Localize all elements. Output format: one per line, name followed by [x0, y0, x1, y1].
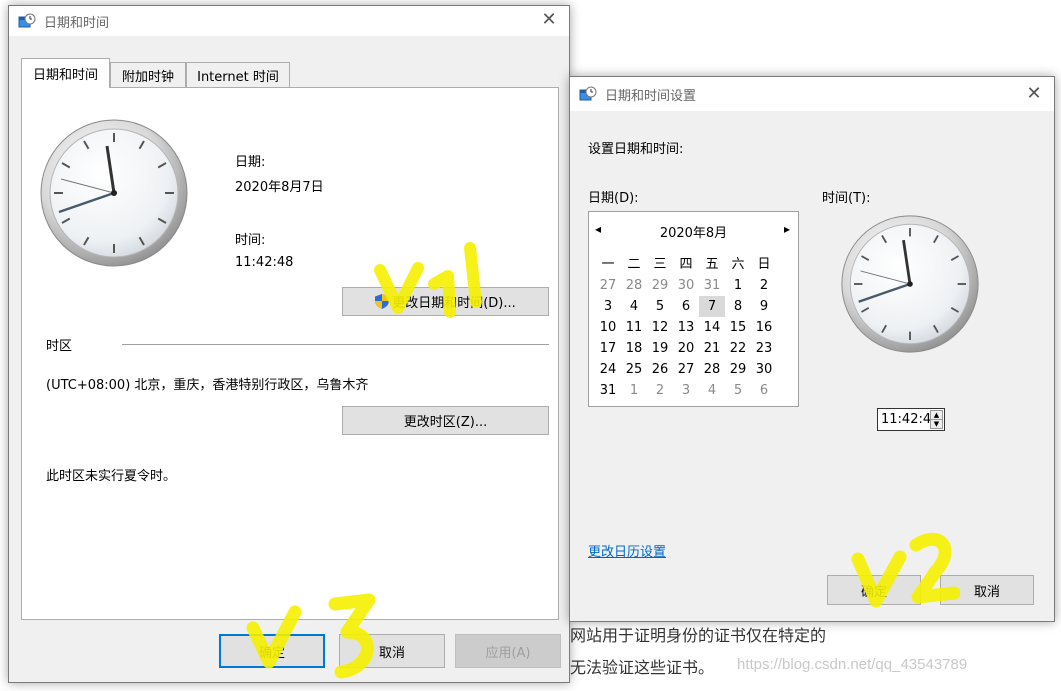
calendar-day[interactable]: 4 — [621, 296, 647, 317]
background-text-line-2: 无法验证这些证书。 — [570, 658, 715, 677]
analog-clock — [40, 119, 188, 267]
calendar-day[interactable]: 1 — [621, 380, 647, 401]
calendar-day[interactable]: 20 — [673, 338, 699, 359]
calendar-day[interactable]: 31 — [699, 275, 725, 296]
calendar-day[interactable]: 29 — [725, 359, 751, 380]
marker-annotation-v1 — [374, 242, 482, 318]
calendar-day[interactable]: 5 — [725, 380, 751, 401]
tab-datetime[interactable]: 日期和时间 — [21, 58, 110, 88]
marker-annotation-v3 — [246, 593, 376, 679]
calendar-day[interactable]: 9 — [751, 296, 777, 317]
calendar-day[interactable]: 2 — [647, 380, 673, 401]
calendar-day[interactable]: 26 — [647, 359, 673, 380]
marker-annotation-v2 — [851, 532, 960, 608]
weekday-header: 四 — [679, 257, 693, 272]
close-icon[interactable]: ✕ — [539, 11, 559, 29]
weekday-header: 日 — [757, 257, 771, 272]
calendar-day[interactable]: 14 — [699, 317, 725, 338]
calendar[interactable]: ◂ 2020年8月 ▸ 一二三四五六日 27 28 29 30 31 1 2 3 4 5 6 7 8 9 10… — [588, 211, 799, 407]
window-title: 日期和时间 — [44, 15, 110, 31]
calendar-day[interactable]: 13 — [673, 317, 699, 338]
apply-button[interactable]: 应用(A) — [455, 634, 561, 668]
calendar-day[interactable]: 1 — [725, 275, 751, 296]
calendar-day[interactable]: 30 — [673, 275, 699, 296]
timezone-heading: 时区 — [46, 339, 73, 354]
date-field-label: 日期(D): — [588, 191, 639, 206]
calendar-day[interactable]: 28 — [621, 275, 647, 296]
calendar-day[interactable]: 21 — [699, 338, 725, 359]
settings-close-icon[interactable]: ✕ — [1024, 85, 1044, 103]
time-label: 时间: — [235, 233, 266, 248]
datetime-app-icon — [18, 13, 36, 29]
calendar-day[interactable]: 6 — [751, 380, 777, 401]
calendar-day[interactable]: 28 — [699, 359, 725, 380]
calendar-day[interactable]: 23 — [751, 338, 777, 359]
time-spinbox[interactable]: 11:42:48 ▲ ▼ — [877, 408, 945, 431]
calendar-day[interactable]: 4 — [699, 380, 725, 401]
calendar-day[interactable]: 17 — [595, 338, 621, 359]
tab-additional-clocks[interactable]: 附加时钟 — [110, 62, 186, 88]
datetime-settings-window: 日期和时间设置 ✕ 设置日期和时间: 日期(D): 时间(T): ◂ 2020年… — [569, 76, 1055, 622]
weekday-header: 五 — [705, 257, 719, 272]
watermark: https://blog.csdn.net/qq_43543789 — [737, 656, 968, 673]
calendar-day[interactable]: 8 — [725, 296, 751, 317]
settings-app-icon — [579, 86, 597, 102]
calendar-day[interactable]: 18 — [621, 338, 647, 359]
calendar-day[interactable]: 2 — [751, 275, 777, 296]
calendar-day[interactable]: 11 — [621, 317, 647, 338]
calendar-day[interactable]: 24 — [595, 359, 621, 380]
settings-heading: 设置日期和时间: — [588, 142, 684, 157]
background-text-line-1: 网站用于证明身份的证书仅在特定的 — [570, 626, 827, 645]
dst-note: 此时区未实行夏令时。 — [46, 469, 177, 484]
weekday-header: 六 — [731, 257, 745, 272]
calendar-day[interactable]: 6 — [673, 296, 699, 317]
calendar-month-title[interactable]: 2020年8月 — [589, 222, 798, 241]
settings-titlebar: 日期和时间设置 ✕ — [570, 77, 1054, 111]
weekday-header: 一 — [601, 257, 615, 272]
calendar-day[interactable]: 30 — [751, 359, 777, 380]
calendar-day[interactable]: 3 — [595, 296, 621, 317]
weekday-header: 二 — [627, 257, 641, 272]
calendar-day[interactable]: 22 — [725, 338, 751, 359]
calendar-day[interactable]: 27 — [595, 275, 621, 296]
time-value: 11:42:48 — [235, 255, 294, 270]
timezone-value: (UTC+08:00) 北京，重庆，香港特别行政区，乌鲁木齐 — [46, 378, 369, 393]
calendar-day[interactable]: 16 — [751, 317, 777, 338]
settings-window-title: 日期和时间设置 — [605, 88, 697, 104]
settings-analog-clock — [841, 215, 979, 353]
titlebar: 日期和时间 ✕ — [9, 6, 569, 36]
calendar-day[interactable]: 12 — [647, 317, 673, 338]
calendar-day[interactable]: 31 — [595, 380, 621, 401]
tab-internet-time[interactable]: Internet 时间 — [186, 62, 290, 88]
calendar-day[interactable]: 5 — [647, 296, 673, 317]
calendar-day[interactable]: 15 — [725, 317, 751, 338]
date-value: 2020年8月7日 — [235, 180, 324, 195]
next-month-arrow-icon[interactable]: ▸ — [784, 222, 790, 236]
calendar-day-selected[interactable]: 7 — [699, 296, 725, 317]
calendar-day[interactable]: 3 — [673, 380, 699, 401]
spin-down-icon[interactable]: ▼ — [930, 419, 943, 429]
calendar-day[interactable]: 27 — [673, 359, 699, 380]
timezone-divider — [122, 344, 549, 345]
change-timezone-button[interactable]: 更改时区(Z)... — [342, 406, 549, 435]
datetime-window: 日期和时间 ✕ 日期和时间 附加时钟 Internet 时间 日期: 2020年… — [8, 5, 570, 683]
date-label: 日期: — [235, 155, 266, 170]
calendar-settings-link[interactable]: 更改日历设置 — [588, 541, 666, 560]
calendar-day[interactable]: 29 — [647, 275, 673, 296]
weekday-header: 三 — [653, 257, 667, 272]
calendar-day[interactable]: 10 — [595, 317, 621, 338]
calendar-day[interactable]: 19 — [647, 338, 673, 359]
time-field-label: 时间(T): — [822, 191, 871, 206]
calendar-day[interactable]: 25 — [621, 359, 647, 380]
calendar-grid: 一二三四五六日 27 28 29 30 31 1 2 3 4 5 6 7 8 9 10 11 12 13 14 15 16… — [595, 254, 777, 401]
tab-panel: 日期: 2020年8月7日 时间: 11:42:48 更改日期和时间(D)...… — [21, 87, 559, 620]
